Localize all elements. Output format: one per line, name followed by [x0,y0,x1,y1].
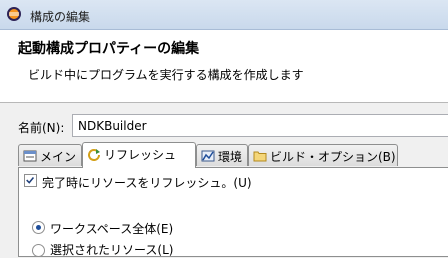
refresh-on-completion-checkbox[interactable] [24,174,37,187]
eclipse-icon [7,7,21,21]
main-tab-icon [23,150,37,162]
dialog-header: 起動構成プロパティーの編集 ビルド中にプログラムを実行する構成を作成します [0,30,448,103]
radio-selected-resource-label: 選択されたリソース(L) [50,243,174,257]
name-input[interactable] [72,114,448,137]
tab-environment-label: 環境 [218,150,243,164]
tab-refresh[interactable]: リフレッシュ [82,142,196,168]
tab-environment[interactable]: 環境 [196,144,248,166]
tab-build-options[interactable]: ビルド・オプション(B) [248,144,398,166]
environment-icon [201,150,215,162]
window-title: 構成の編集 [30,10,91,24]
name-label: 名前(N): [18,121,65,135]
dialog-description: ビルド中にプログラムを実行する構成を作成します [28,68,304,82]
tab-build-options-label: ビルド・オプション(B) [270,150,396,164]
radio-whole-workspace-label: ワークスペース全体(E) [50,222,174,236]
tab-refresh-label: リフレッシュ [104,148,177,162]
tab-main[interactable]: メイン [18,144,82,166]
tab-bar: メイン リフレッシュ 環境 ビルド・オプション(B) [18,142,448,168]
radio-whole-workspace[interactable] [32,221,45,234]
refresh-on-completion-label: 完了時にリソースをリフレッシュ。(U) [42,176,252,190]
folder-icon [253,151,267,162]
refresh-icon [88,149,100,161]
dialog-heading: 起動構成プロパティーの編集 [18,41,200,57]
title-bar: 構成の編集 [0,0,448,30]
tab-main-label: メイン [40,150,77,164]
radio-selected-dot [36,225,41,230]
checkmark-icon [26,177,35,184]
